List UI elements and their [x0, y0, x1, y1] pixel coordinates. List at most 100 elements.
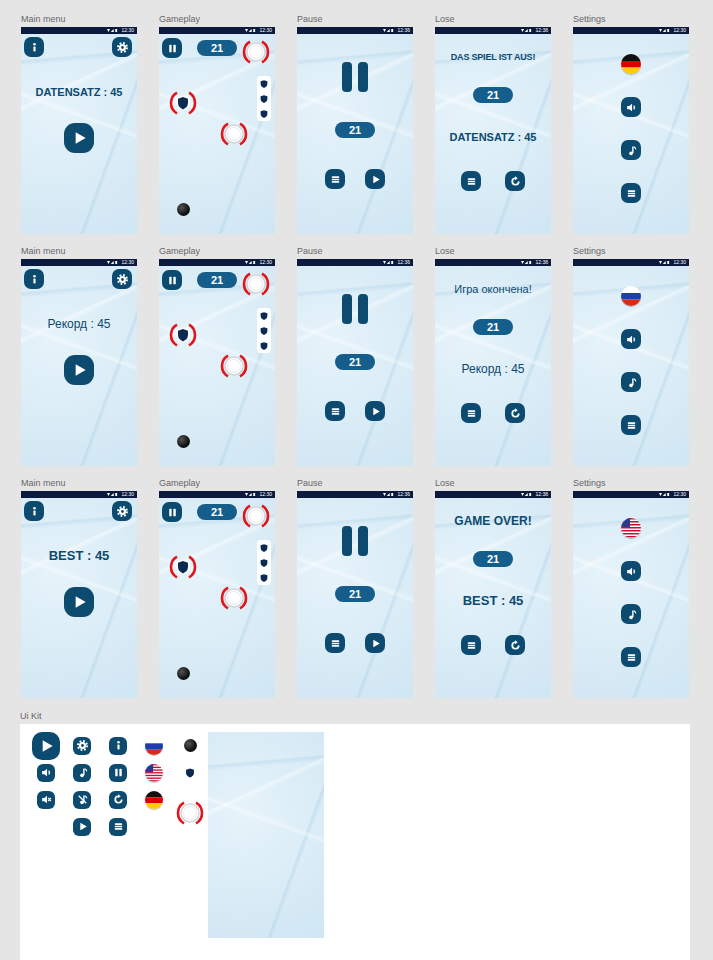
- ui-kit-label: Ui Kit: [20, 712, 713, 721]
- music-button[interactable]: [621, 140, 641, 160]
- menu-button[interactable]: [325, 401, 345, 421]
- settings-button[interactable]: [112, 269, 132, 289]
- play-button[interactable]: [64, 587, 94, 617]
- play-button[interactable]: [64, 123, 94, 153]
- life-shield-icon: [258, 572, 270, 584]
- sound-button[interactable]: [621, 561, 641, 581]
- play-button[interactable]: [64, 355, 94, 385]
- pause-icon: [166, 42, 179, 55]
- music-icon: [625, 608, 638, 621]
- artboard: Settings 12:30: [573, 15, 689, 234]
- info-button[interactable]: [24, 501, 44, 521]
- restart-button[interactable]: [505, 635, 525, 655]
- pause-screen: 12:36 21: [297, 491, 413, 698]
- artboard: Pause 12:36 21: [297, 479, 413, 698]
- music-button[interactable]: [621, 604, 641, 624]
- resume-button[interactable]: [365, 169, 385, 189]
- pause-icon: [342, 62, 368, 92]
- play-button[interactable]: [32, 732, 60, 760]
- pause-button[interactable]: [162, 38, 182, 58]
- settings-button[interactable]: [112, 501, 132, 521]
- menu-button[interactable]: [461, 403, 481, 423]
- pause-icon: [166, 506, 179, 519]
- sound-off-icon: [40, 793, 53, 806]
- music-icon: [76, 766, 89, 779]
- artboard: Main menu 12:30 DATENSATZ : 45: [21, 15, 137, 234]
- menu-icon: [625, 651, 638, 664]
- system-icons-icon: [107, 28, 119, 33]
- music-button[interactable]: [73, 764, 91, 782]
- menu-button[interactable]: [325, 169, 345, 189]
- system-icons-icon: [659, 260, 671, 265]
- player[interactable]: [169, 321, 197, 349]
- best-score: DATENSATZ : 45: [450, 130, 537, 144]
- artboard: Settings 12:30: [573, 247, 689, 466]
- flag-button[interactable]: [145, 791, 163, 809]
- life-shield-icon: [258, 93, 270, 105]
- score-pill: 21: [335, 122, 375, 138]
- player[interactable]: [169, 553, 197, 581]
- menu-icon: [329, 173, 342, 186]
- language-button[interactable]: [621, 518, 641, 538]
- settings-button[interactable]: [112, 37, 132, 57]
- restart-button[interactable]: [109, 791, 127, 809]
- info-button[interactable]: [24, 269, 44, 289]
- life-shield-icon: [258, 78, 270, 90]
- music-button[interactable]: [621, 372, 641, 392]
- resume-button[interactable]: [365, 633, 385, 653]
- status-time: 12:30: [259, 27, 272, 34]
- menu-button[interactable]: [621, 183, 641, 203]
- flag-button[interactable]: [145, 764, 163, 782]
- artboard-label: Lose: [435, 479, 551, 488]
- music-off-button[interactable]: [73, 791, 91, 809]
- system-icons-icon: [521, 28, 533, 33]
- play-icon: [369, 405, 382, 418]
- pause-button[interactable]: [162, 270, 182, 290]
- menu-button[interactable]: [325, 633, 345, 653]
- info-icon: [28, 273, 41, 286]
- flag-button[interactable]: [145, 737, 163, 755]
- artboard: Pause 12:36 21: [297, 247, 413, 466]
- status-time: 12:30: [673, 27, 686, 34]
- restart-button[interactable]: [505, 403, 525, 423]
- play-icon: [69, 592, 89, 612]
- status-time: 12:30: [259, 491, 272, 498]
- restart-button[interactable]: [505, 171, 525, 191]
- language-button[interactable]: [621, 54, 641, 74]
- menu-button[interactable]: [461, 635, 481, 655]
- menu-icon: [465, 639, 478, 652]
- resume-button[interactable]: [365, 401, 385, 421]
- artboard: Gameplay 12:30 21: [159, 15, 275, 234]
- artboard: Pause 12:36 21: [297, 15, 413, 234]
- status-time: 12:30: [673, 491, 686, 498]
- system-icons-icon: [521, 492, 533, 497]
- menu-button[interactable]: [461, 171, 481, 191]
- player-shield-icon: [169, 321, 197, 349]
- pause-screen: 12:36 21: [297, 259, 413, 466]
- pause-screen: 12:36 21: [297, 27, 413, 234]
- status-time: 12:30: [121, 259, 134, 266]
- menu-button[interactable]: [109, 818, 127, 836]
- status-time: 12:36: [397, 491, 410, 498]
- info-button[interactable]: [109, 737, 127, 755]
- sound-button[interactable]: [621, 97, 641, 117]
- pause-button[interactable]: [109, 764, 127, 782]
- de-flag-icon: [145, 791, 163, 809]
- info-button[interactable]: [24, 37, 44, 57]
- sound-icon: [625, 101, 638, 114]
- menu-button[interactable]: [621, 647, 641, 667]
- language-button[interactable]: [621, 286, 641, 306]
- button-row: [461, 635, 525, 655]
- player[interactable]: [169, 89, 197, 117]
- sound-off-button[interactable]: [37, 791, 55, 809]
- play-small-button[interactable]: [73, 818, 91, 836]
- sound-button[interactable]: [37, 764, 55, 782]
- status-time: 12:38: [535, 491, 548, 498]
- menu-button[interactable]: [621, 415, 641, 435]
- settings-button[interactable]: [73, 737, 91, 755]
- sound-button[interactable]: [621, 329, 641, 349]
- artboard-label: Lose: [435, 247, 551, 256]
- status-time: 12:30: [673, 259, 686, 266]
- pause-button[interactable]: [162, 502, 182, 522]
- pause-icon: [342, 526, 368, 556]
